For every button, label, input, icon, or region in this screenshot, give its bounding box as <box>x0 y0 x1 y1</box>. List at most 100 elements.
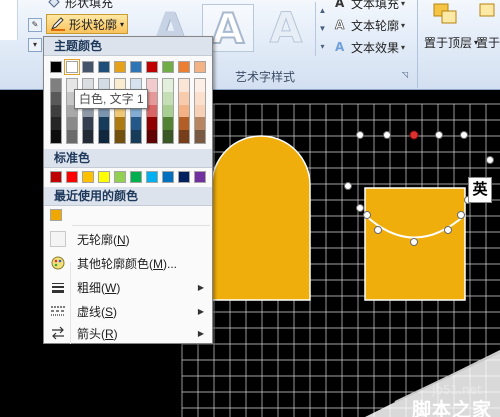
theme-tint-swatch[interactable] <box>131 117 141 131</box>
no-outline-item[interactable]: 无轮廓(N) <box>44 228 212 250</box>
theme-tint-swatch[interactable] <box>163 117 173 131</box>
format-painter-button[interactable]: ✎ <box>28 18 42 32</box>
text-fill-button[interactable]: A 文本填充 ▾ <box>334 0 405 12</box>
theme-tint-swatch[interactable] <box>131 130 141 143</box>
theme-tint-swatch[interactable] <box>51 91 61 105</box>
theme-tint-swatch[interactable] <box>83 130 93 143</box>
standard-color-swatch[interactable] <box>50 171 62 183</box>
standard-color-swatch[interactable] <box>162 171 174 183</box>
resize-handle[interactable] <box>457 211 465 219</box>
theme-tint-swatch[interactable] <box>195 117 205 131</box>
theme-tint-swatch[interactable] <box>147 117 157 131</box>
theme-color-swatch[interactable] <box>194 61 206 73</box>
theme-tint-column[interactable] <box>194 78 206 144</box>
ime-indicator[interactable]: 英 <box>468 177 492 203</box>
theme-tint-swatch[interactable] <box>195 91 205 105</box>
theme-tint-column[interactable] <box>178 78 190 144</box>
theme-tint-swatch[interactable] <box>99 117 109 131</box>
more-outline-colors-item[interactable]: 其他轮廓颜色(M)... <box>44 252 212 274</box>
theme-tint-swatch[interactable] <box>51 79 61 92</box>
resize-handle[interactable] <box>363 211 371 219</box>
theme-color-swatch[interactable] <box>146 61 158 73</box>
theme-tint-column[interactable] <box>66 78 78 144</box>
theme-tint-swatch[interactable] <box>99 130 109 143</box>
theme-tint-swatch[interactable] <box>179 104 189 118</box>
theme-tint-swatch[interactable] <box>179 79 189 92</box>
theme-color-swatch[interactable] <box>114 61 126 73</box>
theme-tint-swatch[interactable] <box>195 104 205 118</box>
theme-color-swatch[interactable] <box>178 61 190 73</box>
resize-handle[interactable] <box>444 226 452 234</box>
theme-tint-swatch[interactable] <box>115 117 125 131</box>
theme-tint-column[interactable] <box>130 78 142 144</box>
theme-tint-swatch[interactable] <box>67 117 77 131</box>
shape-fill-button[interactable]: 形状填充 <box>46 0 113 12</box>
standard-color-swatch[interactable] <box>178 171 190 183</box>
resize-handle[interactable] <box>486 156 494 164</box>
shape-outline-button[interactable]: 形状轮廓 ▾ <box>46 14 129 34</box>
resize-handle[interactable] <box>374 226 382 234</box>
theme-tint-swatch[interactable] <box>179 130 189 143</box>
theme-tint-swatch[interactable] <box>147 91 157 105</box>
dialog-launcher-icon[interactable]: ◹ <box>402 70 412 80</box>
theme-color-swatch[interactable] <box>64 59 80 75</box>
standard-color-swatch[interactable] <box>114 171 126 183</box>
theme-tint-swatch[interactable] <box>115 130 125 143</box>
theme-tint-column[interactable] <box>82 78 94 144</box>
theme-tint-swatch[interactable] <box>163 79 173 92</box>
theme-color-swatch[interactable] <box>98 61 110 73</box>
theme-color-swatch[interactable] <box>82 61 94 73</box>
theme-tint-swatch[interactable] <box>147 130 157 143</box>
theme-tint-swatch[interactable] <box>163 130 173 143</box>
dash-item[interactable]: 虚线(S) ▶ <box>44 300 212 322</box>
rotate-handle[interactable] <box>409 130 419 140</box>
bring-to-front-button[interactable]: 置于顶层 ▾ <box>424 34 478 51</box>
theme-tint-column[interactable] <box>146 78 158 144</box>
standard-color-swatch[interactable] <box>66 171 78 183</box>
theme-tint-swatch[interactable] <box>147 104 157 118</box>
theme-tint-swatch[interactable] <box>51 104 61 118</box>
theme-tint-swatch[interactable] <box>179 117 189 131</box>
resize-handle[interactable] <box>344 182 352 190</box>
theme-tint-column[interactable] <box>50 78 62 144</box>
theme-tint-swatch[interactable] <box>67 130 77 143</box>
arch-shape[interactable] <box>211 135 311 301</box>
theme-tint-column[interactable] <box>98 78 110 144</box>
theme-color-swatch[interactable] <box>162 61 174 73</box>
recent-color-swatch[interactable] <box>50 209 62 221</box>
standard-color-swatch[interactable] <box>98 171 110 183</box>
shape-more-button[interactable]: ▾ <box>28 38 42 52</box>
resize-handle[interactable] <box>435 131 443 139</box>
standard-color-swatch[interactable] <box>194 171 206 183</box>
theme-color-swatch[interactable] <box>130 61 142 73</box>
theme-tint-swatch[interactable] <box>179 91 189 105</box>
theme-tint-swatch[interactable] <box>51 130 61 143</box>
resize-handle[interactable] <box>460 131 468 139</box>
send-to-back-button[interactable]: 置于 <box>476 34 500 51</box>
standard-color-swatch[interactable] <box>130 171 142 183</box>
theme-tint-column[interactable] <box>162 78 174 144</box>
standard-color-swatch[interactable] <box>146 171 158 183</box>
theme-tint-swatch[interactable] <box>147 79 157 92</box>
theme-tint-column[interactable] <box>114 78 126 144</box>
theme-tint-swatch[interactable] <box>83 117 93 131</box>
weight-item[interactable]: 粗细(W) ▶ <box>44 276 212 298</box>
theme-tint-swatch[interactable] <box>163 91 173 105</box>
resize-handle[interactable] <box>356 204 364 212</box>
text-outline-button[interactable]: A 文本轮廓 ▾ <box>334 16 405 34</box>
resize-handle[interactable] <box>410 238 418 246</box>
text-effects-button[interactable]: A 文本效果 ▾ <box>334 38 405 56</box>
resize-handle[interactable] <box>356 131 364 139</box>
scroll-up-icon[interactable]: ▲ <box>316 2 329 20</box>
arrow-item[interactable]: 箭头(R) ▶ <box>44 322 212 344</box>
theme-color-swatch[interactable] <box>50 61 62 73</box>
theme-tint-swatch[interactable] <box>163 104 173 118</box>
gallery-scroll[interactable]: ▲ ▼ ▾ <box>315 2 329 56</box>
gallery-expand-icon[interactable]: ▾ <box>316 38 329 56</box>
theme-tint-swatch[interactable] <box>51 117 61 131</box>
theme-tint-swatch[interactable] <box>195 79 205 92</box>
theme-tint-swatch[interactable] <box>195 130 205 143</box>
scroll-down-icon[interactable]: ▼ <box>316 20 329 38</box>
standard-color-swatch[interactable] <box>82 171 94 183</box>
wordart-style-3[interactable]: A <box>260 3 312 52</box>
